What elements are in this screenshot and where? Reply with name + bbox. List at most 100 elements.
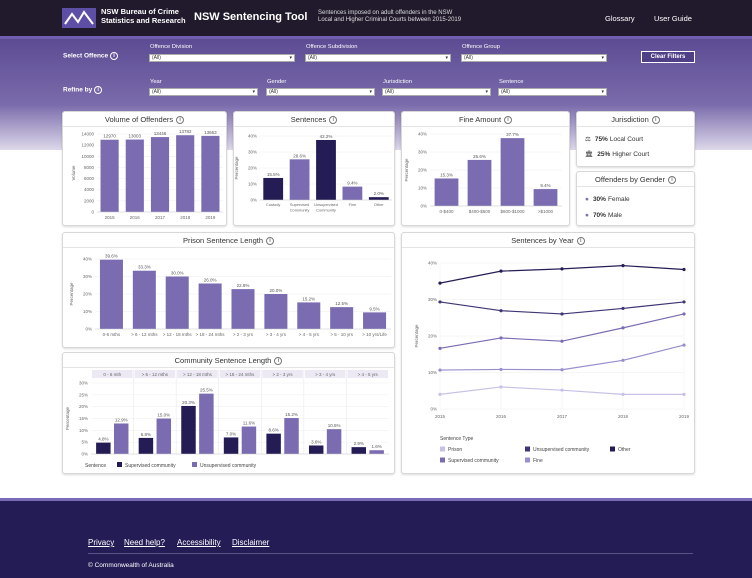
gender-select[interactable]: (All) xyxy=(266,88,375,96)
info-icon[interactable]: i xyxy=(274,357,283,366)
bar xyxy=(284,418,299,454)
data-label: 2.9% xyxy=(354,441,364,446)
bar xyxy=(369,450,384,454)
data-label: 9.5% xyxy=(369,306,379,311)
bar xyxy=(156,418,172,454)
community-title: Community Sentence Length i xyxy=(63,356,394,369)
data-label: 13663 xyxy=(204,130,217,135)
group-label: > 2 - 3 yrs xyxy=(273,372,294,377)
legend-label: Supervised community xyxy=(125,463,176,469)
privacy-link[interactable]: Privacy xyxy=(88,538,114,547)
info-icon[interactable]: i xyxy=(651,116,660,125)
year-label: Year xyxy=(150,79,162,85)
bar xyxy=(201,135,220,212)
user-guide-link[interactable]: User Guide xyxy=(654,14,692,23)
data-label: 33.3% xyxy=(138,265,151,270)
data-label: 12970 xyxy=(103,134,116,139)
info-icon[interactable]: i xyxy=(94,86,103,94)
data-label: 13446 xyxy=(154,131,167,136)
y-tick-label: 10% xyxy=(428,370,437,375)
x-tick-label: 2015 xyxy=(105,215,116,220)
disclaimer-link[interactable]: Disclaimer xyxy=(232,538,269,547)
data-label: 11.6% xyxy=(243,421,255,426)
x-tick-label: Unsupervised xyxy=(314,202,338,207)
data-point xyxy=(560,368,564,372)
data-label: 42.2% xyxy=(320,134,333,139)
x-tick-label: > 4 - 5 yrs xyxy=(299,332,320,337)
group-label: > 12 - 18 mths xyxy=(183,372,213,377)
y-tick-label: 20% xyxy=(418,168,427,173)
y-tick-label: 0% xyxy=(81,452,88,457)
legend-label: Supervised community xyxy=(448,458,499,464)
data-point xyxy=(499,269,503,273)
data-label: 9.4% xyxy=(347,181,357,186)
data-label: 26.0% xyxy=(204,278,217,283)
x-tick-label: > 10 yrs/Life xyxy=(362,332,387,337)
sentence-select[interactable]: (All) xyxy=(498,88,607,96)
data-label: 20.3% xyxy=(182,400,195,405)
accent-stripe xyxy=(0,36,752,39)
info-icon[interactable]: i xyxy=(504,116,513,125)
data-label: 25.5% xyxy=(200,388,213,393)
need-help-link[interactable]: Need help? xyxy=(124,538,165,547)
bar xyxy=(263,177,284,200)
offence-subdivision-select[interactable]: (All) xyxy=(305,54,451,62)
bar xyxy=(368,197,389,200)
bar xyxy=(165,276,189,329)
offence-division-select[interactable]: (All) xyxy=(149,54,295,62)
person-icon: ● xyxy=(585,196,589,203)
offence-group-select[interactable]: (All) xyxy=(461,54,607,62)
data-point xyxy=(621,358,625,362)
refine-by-label: Refine by i xyxy=(63,86,103,94)
sentences-card: Sentences i 0% 10% 20% 30% 40% Percentage 15.5%… xyxy=(233,111,395,226)
y-tick-label: 10% xyxy=(418,186,427,191)
data-point xyxy=(560,339,564,343)
y-tick-label: 30% xyxy=(418,150,427,155)
info-icon[interactable]: i xyxy=(109,52,118,60)
sentences-title: Sentences i xyxy=(234,115,394,128)
y-tick-label: 40% xyxy=(428,261,437,266)
info-icon[interactable]: i xyxy=(329,116,338,125)
info-icon[interactable]: i xyxy=(266,237,275,246)
x-tick-label: > 3 - 4 yrs xyxy=(266,332,287,337)
legend-label: Unsupervised community xyxy=(200,463,257,469)
x-tick-label: 2018 xyxy=(180,215,191,220)
accessibility-link[interactable]: Accessibility xyxy=(177,538,221,547)
group-label: > 6 - 12 mths xyxy=(142,372,169,377)
bar xyxy=(264,294,288,329)
prison-chart: 0% 10% 20% 30% 40% Percentage 39.6% 0-6 mths 33.… xyxy=(69,254,391,337)
data-label: 15.2% xyxy=(302,296,315,301)
data-point xyxy=(682,300,686,304)
data-label: 7.0% xyxy=(226,431,236,436)
gender-title: Offenders by Gender i xyxy=(577,175,694,188)
x-tick-label: 2017 xyxy=(155,215,166,220)
bocsar-logo[interactable] xyxy=(62,8,96,28)
year-select[interactable]: (All) xyxy=(149,88,258,96)
info-icon[interactable]: i xyxy=(576,237,585,246)
bar xyxy=(198,283,222,329)
bar xyxy=(125,139,144,212)
y-tick-label: 10000 xyxy=(81,154,94,159)
bar xyxy=(500,138,525,206)
data-point xyxy=(560,388,564,392)
jurisdiction-select[interactable]: (All) xyxy=(382,88,491,96)
y-tick-label: 0% xyxy=(250,198,257,203)
gender-label: Gender xyxy=(267,79,287,85)
info-icon[interactable]: i xyxy=(176,116,185,125)
legend-swatch xyxy=(525,446,530,452)
info-icon[interactable]: i xyxy=(667,176,676,185)
bar xyxy=(297,302,321,329)
data-point xyxy=(438,368,442,372)
data-point xyxy=(499,309,503,313)
clear-filters-button[interactable]: Clear Filters xyxy=(641,51,695,63)
bar xyxy=(533,189,558,206)
bar xyxy=(176,135,195,212)
data-label: 9.4% xyxy=(540,183,550,188)
glossary-link[interactable]: Glossary xyxy=(605,14,635,23)
y-axis-title: Volume xyxy=(71,165,76,181)
offence-group-label: Offence Group xyxy=(462,44,500,50)
legend-label: Other xyxy=(618,447,631,453)
x-tick-label: > 12 - 18 mths xyxy=(163,332,193,337)
bar xyxy=(289,159,310,200)
bar xyxy=(266,433,281,454)
